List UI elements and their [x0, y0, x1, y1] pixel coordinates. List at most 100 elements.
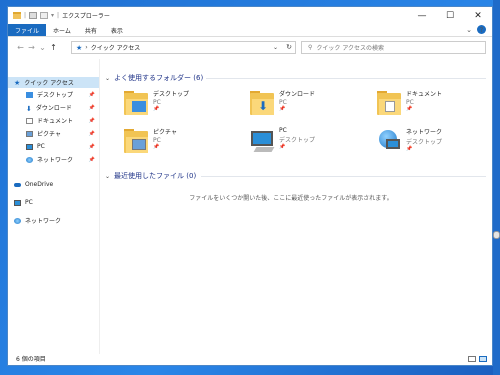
breadcrumb-separator[interactable]: › [85, 44, 87, 51]
network-icon [14, 217, 21, 224]
breadcrumb-quick-access[interactable]: クイック アクセス [91, 43, 141, 52]
minimize-button[interactable]: — [408, 7, 436, 24]
documents-folder-icon [376, 89, 402, 117]
folder-name: デスクトップ [153, 91, 190, 98]
ribbon-right-controls: ⌄ ? [466, 25, 486, 34]
section-divider [201, 176, 486, 177]
details-view-icon[interactable] [468, 356, 476, 362]
large-icons-view-icon[interactable] [479, 356, 487, 362]
sidebar-item-label: PC [37, 143, 45, 150]
close-button[interactable]: ✕ [464, 7, 492, 24]
toolbar-separator: | [24, 12, 27, 19]
tab-view[interactable]: 表示 [104, 24, 130, 36]
sidebar-item-label: ネットワーク [37, 157, 74, 164]
pc-icon [26, 143, 33, 150]
folder-tile-network[interactable]: ネットワーク デスクトップ 📌 [376, 127, 492, 161]
sidebar-item-network[interactable]: ネットワーク 📌 [8, 154, 99, 165]
document-icon [26, 117, 33, 124]
folder-location: PC [406, 99, 414, 106]
navigation-pane: ★ クイック アクセス デスクトップ 📌 ⬇ ダウンロード 📌 ドキュメント 📌… [8, 59, 100, 354]
sidebar-item-network-root[interactable]: ネットワーク [8, 215, 99, 226]
maximize-button[interactable]: ☐ [436, 7, 464, 24]
desktop-scroll-indicator [493, 231, 500, 239]
sidebar-item-label: クイック アクセス [24, 80, 74, 87]
sidebar-item-pc[interactable]: PC 📌 [8, 141, 99, 152]
folder-tile-downloads[interactable]: ⬇ ダウンロード PC 📌 [249, 89, 369, 123]
downloads-folder-icon: ⬇ [249, 89, 275, 117]
new-folder-icon[interactable] [40, 12, 49, 19]
pictures-folder-icon [123, 127, 149, 155]
quick-access-toolbar: | ▾ | [8, 12, 59, 19]
sidebar-item-pictures[interactable]: ピクチャ 📌 [8, 128, 99, 139]
chevron-down-icon[interactable]: ⌄ [105, 173, 110, 180]
address-dropdown-icon[interactable]: ⌄ [273, 44, 278, 51]
sidebar-item-desktop[interactable]: デスクトップ 📌 [8, 89, 99, 100]
title-bar[interactable]: | ▾ | エクスプローラー — ☐ ✕ [8, 7, 492, 24]
quick-access-star-icon: ★ [14, 78, 21, 87]
back-button[interactable]: ← [15, 43, 26, 52]
address-bar[interactable]: ★ › クイック アクセス ⌄ ↻ [71, 41, 296, 54]
sidebar-item-label: デスクトップ [37, 92, 74, 99]
section-title: よく使用するフォルダー (6) [114, 74, 204, 82]
folder-location: デスクトップ [279, 137, 316, 144]
pin-icon: 📌 [88, 130, 95, 137]
address-row: ← → ⌄ ↑ ★ › クイック アクセス ⌄ ↻ ⚲ クイック アクセスの検索 [8, 37, 492, 58]
pin-icon: 📌 [153, 144, 160, 150]
folder-name: ピクチャ [153, 129, 177, 136]
folder-name: ダウンロード [279, 91, 316, 98]
folder-name: ネットワーク [406, 129, 443, 136]
help-icon[interactable]: ? [477, 25, 486, 34]
sidebar-item-label: ドキュメント [37, 118, 74, 125]
sidebar-item-label: OneDrive [25, 181, 54, 188]
tab-home[interactable]: ホーム [46, 24, 78, 36]
pin-icon: 📌 [406, 106, 413, 112]
folder-location: デスクトップ [406, 139, 443, 146]
explorer-window: | ▾ | エクスプローラー — ☐ ✕ ファイル ホーム 共有 表示 ⌄ ? … [7, 6, 493, 366]
folder-tile-pc[interactable]: PC デスクトップ 📌 [249, 127, 369, 161]
folder-location: PC [279, 99, 287, 106]
chevron-down-icon[interactable]: ⌄ [105, 75, 110, 82]
frequent-folders-header[interactable]: ⌄ よく使用するフォルダー (6) [105, 73, 203, 83]
sidebar-item-downloads[interactable]: ⬇ ダウンロード 📌 [8, 102, 99, 113]
sidebar-item-label: ダウンロード [35, 105, 72, 112]
folder-tile-pictures[interactable]: ピクチャ PC 📌 [123, 127, 243, 161]
sidebar-item-documents[interactable]: ドキュメント 📌 [8, 115, 99, 126]
desktop-background [493, 0, 500, 375]
expand-ribbon-icon[interactable]: ⌄ [466, 26, 472, 34]
pin-icon: 📌 [88, 117, 95, 124]
section-title: 最近使用したファイル (0) [114, 172, 197, 180]
tab-share[interactable]: 共有 [78, 24, 104, 36]
up-button[interactable]: ↑ [48, 43, 59, 52]
refresh-icon[interactable]: ↻ [286, 43, 292, 51]
properties-icon[interactable] [29, 12, 38, 19]
pin-icon: 📌 [279, 144, 286, 150]
window-title: エクスプローラー [62, 13, 110, 20]
search-input[interactable]: ⚲ クイック アクセスの検索 [301, 41, 486, 54]
sidebar-item-label: ネットワーク [25, 218, 62, 225]
pin-icon: 📌 [88, 104, 95, 111]
recent-files-header[interactable]: ⌄ 最近使用したファイル (0) [105, 171, 196, 181]
ribbon: ファイル ホーム 共有 表示 ⌄ ? [8, 24, 492, 37]
status-bar: 6 個の項目 [8, 352, 492, 365]
quick-access-star-icon: ★ [76, 43, 83, 52]
customize-toolbar-icon[interactable]: ▾ [51, 12, 54, 19]
recent-locations-button[interactable]: ⌄ [37, 43, 48, 52]
sidebar-item-quick-access[interactable]: ★ クイック アクセス [8, 77, 99, 88]
folder-tile-desktop[interactable]: デスクトップ PC 📌 [123, 89, 243, 123]
empty-recent-message: ファイルをいくつか開いた後、ここに最近使ったファイルが表示されます。 [189, 195, 393, 202]
folder-name: ドキュメント [406, 91, 443, 98]
search-icon: ⚲ [308, 44, 313, 51]
sidebar-item-onedrive[interactable]: OneDrive [8, 179, 99, 190]
tab-file[interactable]: ファイル [8, 24, 47, 36]
content-pane: ⌄ よく使用するフォルダー (6) デスクトップ PC 📌 ⬇ ダウンロード P… [101, 59, 492, 354]
folder-icon [13, 12, 21, 19]
network-icon [26, 156, 33, 163]
toolbar-separator: | [57, 12, 60, 19]
pictures-icon [26, 130, 33, 137]
desktop-folder-icon [123, 89, 149, 117]
desktop-icon [26, 91, 33, 98]
network-icon [376, 127, 402, 155]
folder-tile-documents[interactable]: ドキュメント PC 📌 [376, 89, 492, 123]
forward-button[interactable]: → [26, 43, 37, 52]
sidebar-item-this-pc[interactable]: PC [8, 197, 99, 208]
